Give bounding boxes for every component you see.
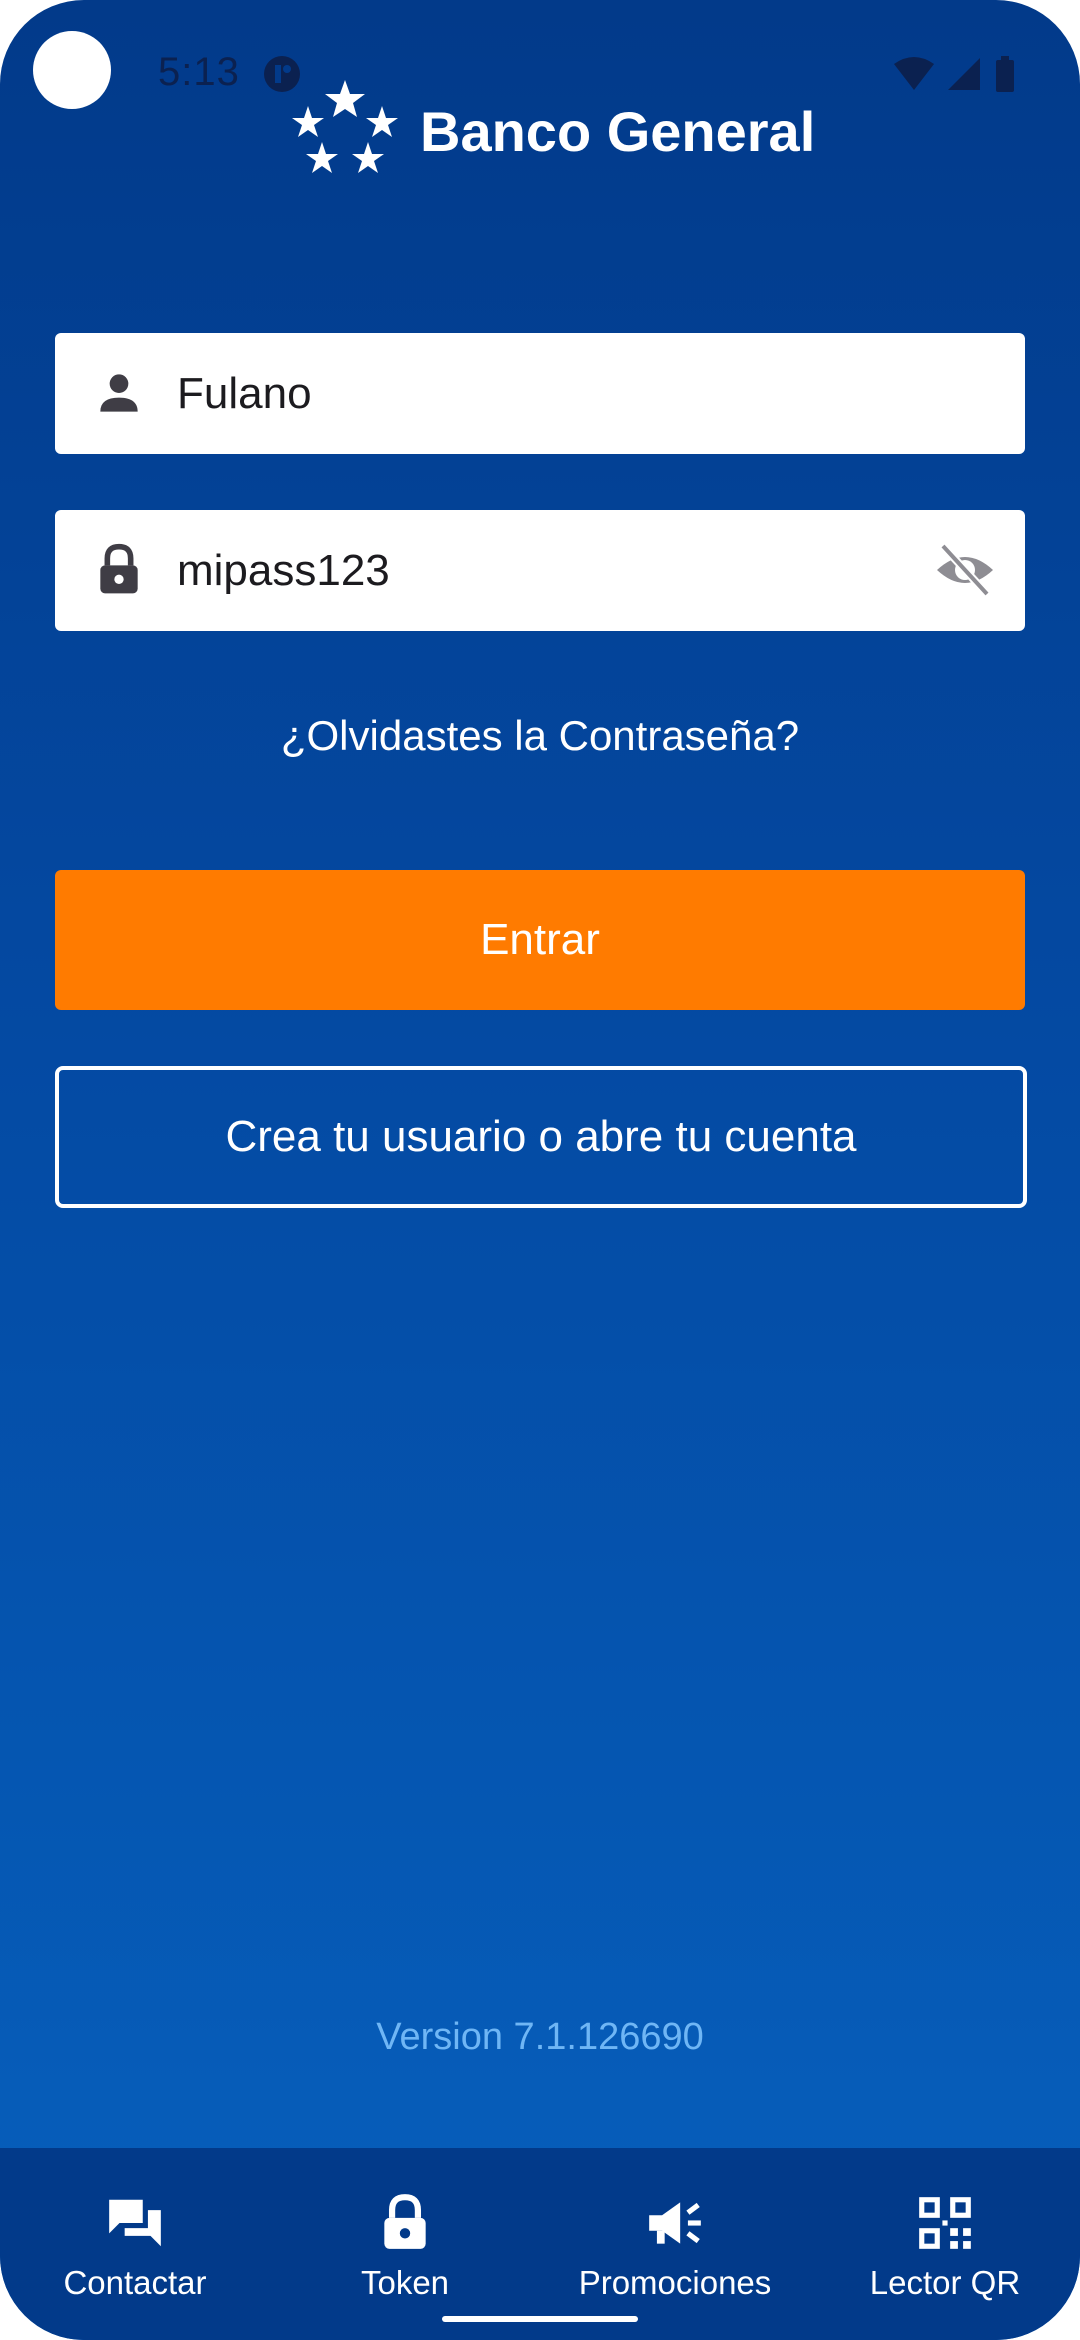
nav-item-promociones[interactable]: Promociones [540,2192,810,2302]
chat-icon [109,2199,161,2247]
lock-icon [384,2194,426,2249]
qr-code-icon [919,2197,971,2249]
bottom-nav: Contactar Token Promociones Lector QR [0,2148,1080,2340]
megaphone-icon [649,2202,701,2244]
person-icon [100,374,138,412]
password-input[interactable]: mipass123 [177,510,390,631]
password-field[interactable]: mipass123 [55,510,1025,631]
nav-label: Token [360,2264,450,2301]
login-screen: 5:13 Banco General Fulano mipass123 ¿Olv… [0,0,1080,2340]
camera-cutout [33,31,111,109]
status-icons [894,54,1016,94]
visibility-off-icon[interactable] [933,540,997,600]
nav-item-contactar[interactable]: Contactar [0,2192,270,2302]
home-indicator[interactable] [442,2316,638,2322]
login-button[interactable]: Entrar [55,870,1025,1010]
nav-item-token[interactable]: Token [270,2192,540,2302]
signal-icon [948,58,980,90]
battery-icon [996,56,1014,92]
nav-label: Promociones [578,2264,772,2301]
nav-item-lector-qr[interactable]: Lector QR [810,2192,1080,2302]
status-time: 5:13 [158,50,240,94]
nav-label: Contactar [63,2264,207,2301]
stars-logo-icon [292,80,398,173]
app-version: Version 7.1.126690 [376,2016,704,2058]
username-field[interactable]: Fulano [55,333,1025,454]
username-input[interactable]: Fulano [177,333,312,454]
forgot-password-link[interactable]: ¿Olvidastes la Contraseña? [0,712,1080,760]
lock-icon [100,543,138,594]
wifi-icon [894,57,934,90]
bank-logo: Banco General [290,76,815,186]
nav-label: Lector QR [869,2264,1021,2301]
create-account-button[interactable]: Crea tu usuario o abre tu cuenta [55,1066,1027,1208]
logo-text: Banco General [420,99,816,163]
